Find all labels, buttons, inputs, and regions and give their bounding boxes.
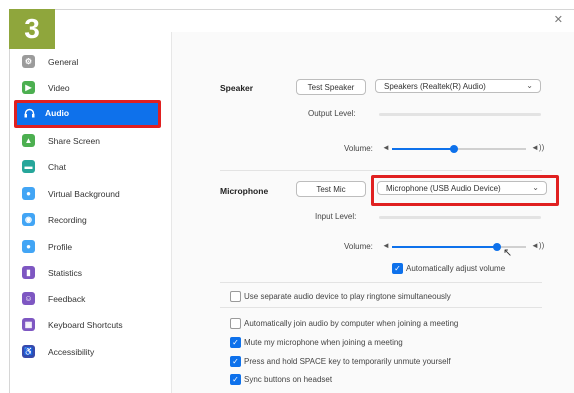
test-mic-button[interactable]: Test Mic [296, 181, 366, 197]
volume-high-icon: ◄)) [531, 143, 545, 152]
sidebar-item-label: Profile [48, 242, 73, 252]
sidebar-item-video[interactable]: ▶ Video [10, 76, 171, 100]
option-label: Automatically join audio by computer whe… [244, 319, 459, 328]
input-level-label: Input Level: [315, 212, 357, 221]
audio-settings-panel: Speaker Test Speaker Speakers (Realtek(R… [172, 32, 574, 393]
sidebar-item-keyboard-shortcuts[interactable]: ▦ Keyboard Shortcuts [10, 313, 171, 337]
sidebar-item-virtual-background[interactable]: ● Virtual Background [10, 182, 171, 206]
sidebar-item-label: Virtual Background [48, 189, 120, 199]
sidebar-item-label: Share Screen [48, 136, 100, 146]
chevron-down-icon: ⌄ [532, 183, 539, 192]
option-checkbox-space-unmute[interactable]: ✓ [230, 356, 241, 367]
sidebar-item-recording[interactable]: ◉ Recording [10, 208, 171, 232]
option-label: Use separate audio device to play ringto… [244, 292, 451, 301]
speaker-volume-fill [392, 148, 454, 150]
speaker-volume-thumb[interactable] [449, 145, 458, 153]
test-speaker-button[interactable]: Test Speaker [296, 79, 366, 95]
section-divider [220, 170, 542, 171]
microphone-volume-label: Volume: [344, 242, 373, 251]
volume-high-icon: ◄)) [531, 241, 545, 250]
sidebar-item-label: Accessibility [48, 347, 95, 357]
microphone-volume-thumb[interactable] [492, 243, 501, 251]
option-checkbox-auto-join[interactable] [230, 318, 241, 329]
option-checkbox-mute-mic[interactable]: ✓ [230, 337, 241, 348]
auto-adjust-checkbox[interactable]: ✓ [392, 263, 403, 274]
sidebar-item-accessibility[interactable]: ♿ Accessibility [10, 340, 171, 364]
sidebar-item-general[interactable]: ⚙ General [10, 50, 171, 74]
option-label: Mute my microphone when joining a meetin… [244, 338, 403, 347]
section-divider [220, 282, 542, 283]
speaker-device-value: Speakers (Realtek(R) Audio) [384, 81, 486, 91]
smiley-icon: ☺ [22, 292, 35, 305]
output-level-label: Output Level: [308, 109, 356, 118]
keyboard-icon: ▦ [22, 318, 35, 331]
volume-low-icon: ◄ [382, 241, 390, 250]
sidebar-item-label: Chat [48, 162, 66, 172]
profile-icon: ● [22, 240, 35, 253]
bar-chart-icon: ▮ [22, 266, 35, 279]
output-level-meter [379, 113, 541, 116]
option-label: Press and hold SPACE key to temporarily … [244, 357, 451, 366]
mouse-cursor-icon: ↖ [503, 247, 513, 259]
close-icon[interactable]: ✕ [554, 13, 563, 26]
speaker-volume-label: Volume: [344, 144, 373, 153]
speaker-device-select[interactable]: Speakers (Realtek(R) Audio) ⌄ [375, 79, 541, 93]
microphone-label: Microphone [220, 186, 269, 196]
sidebar-item-share-screen[interactable]: ▲ Share Screen [10, 129, 171, 153]
speaker-label: Speaker [220, 83, 254, 93]
auto-adjust-label: Automatically adjust volume [406, 264, 506, 273]
sidebar-item-label: Statistics [48, 268, 83, 278]
step-number-badge: 3 [9, 9, 55, 49]
chevron-down-icon: ⌄ [526, 81, 533, 90]
microphone-device-value: Microphone (USB Audio Device) [386, 183, 501, 193]
title-bar: ✕ [10, 10, 574, 33]
person-background-icon: ● [22, 187, 35, 200]
section-divider [220, 307, 542, 308]
share-screen-icon: ▲ [22, 134, 35, 147]
sidebar-item-chat[interactable]: ▬ Chat [10, 155, 171, 179]
sidebar-item-label: General [48, 57, 79, 67]
option-checkbox-ringtone[interactable] [230, 291, 241, 302]
accessibility-icon: ♿ [22, 345, 35, 358]
microphone-volume-fill [392, 246, 497, 248]
chat-bubble-icon: ▬ [22, 160, 35, 173]
input-level-meter [379, 216, 541, 219]
sidebar-item-audio[interactable]: Audio [14, 100, 161, 128]
option-label: Sync buttons on headset [244, 375, 333, 384]
sidebar-item-statistics[interactable]: ▮ Statistics [10, 261, 171, 285]
sidebar-item-feedback[interactable]: ☺ Feedback [10, 287, 171, 311]
sidebar-item-label: Audio [45, 108, 70, 118]
record-icon: ◉ [22, 213, 35, 226]
settings-window: ✕ ⚙ General ▶ Video Audio ▲ Share Screen… [9, 9, 574, 393]
sidebar-item-label: Recording [48, 215, 87, 225]
headphones-icon [23, 106, 36, 119]
gear-icon: ⚙ [22, 55, 35, 68]
sidebar-item-label: Keyboard Shortcuts [48, 320, 123, 330]
sidebar-item-label: Video [48, 83, 70, 93]
sidebar-item-label: Feedback [48, 294, 86, 304]
volume-low-icon: ◄ [382, 143, 390, 152]
option-checkbox-sync-headset[interactable]: ✓ [230, 374, 241, 385]
video-camera-icon: ▶ [22, 81, 35, 94]
sidebar-item-profile[interactable]: ● Profile [10, 235, 171, 259]
microphone-device-select[interactable]: Microphone (USB Audio Device) ⌄ [377, 181, 547, 195]
sidebar: ⚙ General ▶ Video Audio ▲ Share Screen ▬… [10, 32, 172, 393]
